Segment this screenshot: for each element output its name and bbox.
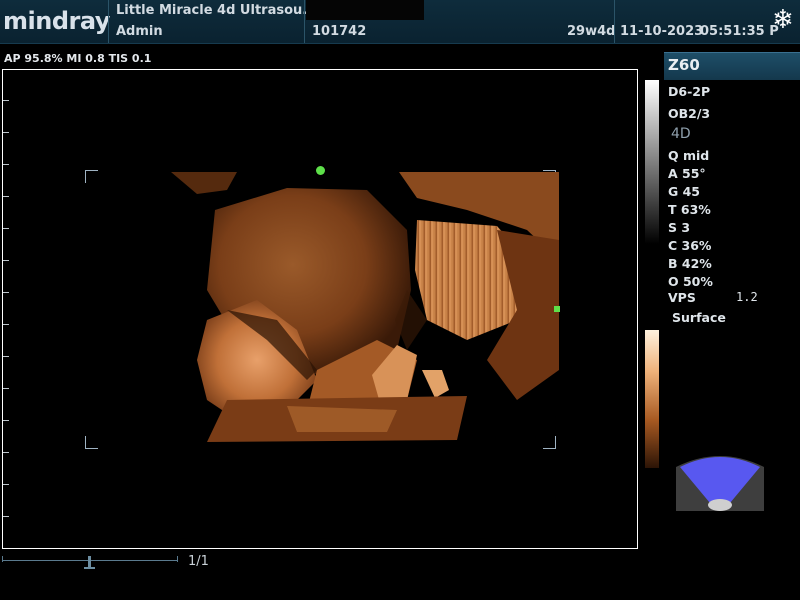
- threshold-param: T 63%: [668, 202, 711, 217]
- angle-param: A 55°: [668, 166, 706, 181]
- ultrasound-image-frame[interactable]: [2, 69, 638, 549]
- tint-map-bar: [645, 330, 659, 468]
- header-bar: mindray Little Miracle 4d Ultrasou... Ad…: [0, 0, 800, 44]
- curve-marker-handle[interactable]: [554, 306, 560, 312]
- redacted-patient-name: [306, 0, 424, 20]
- cine-track-end: [2, 556, 3, 562]
- patient-id[interactable]: 101742: [312, 24, 366, 39]
- preset-param: OB2/3: [668, 106, 711, 121]
- snowflake-icon[interactable]: ❄: [770, 6, 796, 34]
- vps-value: 1.2: [736, 290, 758, 304]
- header-divider: [614, 0, 615, 43]
- depth-ruler-tick: [3, 388, 9, 389]
- fetal-4d-render[interactable]: [167, 170, 559, 446]
- roi-corner-top-left: [85, 170, 98, 183]
- brightness-param: B 42%: [668, 256, 712, 271]
- cine-track-end: [177, 556, 178, 562]
- grayscale-map-bar: [645, 80, 659, 244]
- depth-ruler-tick: [3, 484, 9, 485]
- render-direction-marker[interactable]: [316, 166, 325, 175]
- depth-ruler-tick: [3, 356, 9, 357]
- cine-thumb-base: [84, 567, 95, 569]
- depth-ruler-tick: [3, 196, 9, 197]
- depth-ruler-tick: [3, 516, 9, 517]
- gestational-age: 29w4d: [567, 24, 616, 39]
- header-divider: [304, 0, 305, 43]
- exam-date: 11-10-2023: [620, 24, 704, 39]
- depth-ruler-tick: [3, 292, 9, 293]
- exam-time: 05:51:35 P: [700, 24, 779, 39]
- smooth-param: S 3: [668, 220, 691, 235]
- depth-ruler-tick: [3, 228, 9, 229]
- probe-position-icon: [676, 453, 764, 511]
- opacity-param: O 50%: [668, 274, 713, 289]
- frame-counter: 1/1: [188, 554, 209, 569]
- depth-ruler-tick: [3, 100, 9, 101]
- depth-ruler-tick: [3, 260, 9, 261]
- depth-ruler-tick: [3, 164, 9, 165]
- header-divider: [108, 0, 109, 43]
- acoustic-output-readout: AP 95.8% MI 0.8 TIS 0.1: [4, 52, 152, 65]
- gain-param: G 45: [668, 184, 701, 199]
- depth-ruler-tick: [3, 452, 9, 453]
- mindray-logo: mindray: [3, 7, 110, 35]
- institution-name[interactable]: Little Miracle 4d Ultrasou...: [116, 3, 317, 18]
- depth-ruler-tick: [3, 420, 9, 421]
- transducer-param: D6-2P: [668, 84, 711, 99]
- quality-param: Q mid: [668, 148, 710, 163]
- probe-model[interactable]: Z60: [668, 56, 700, 74]
- operator-name[interactable]: Admin: [116, 24, 163, 39]
- mode-4d-label: 4D: [671, 126, 691, 142]
- roi-corner-bottom-left: [85, 436, 98, 449]
- depth-ruler-tick: [3, 324, 9, 325]
- contrast-param: C 36%: [668, 238, 712, 253]
- depth-ruler-tick: [3, 132, 9, 133]
- vps-label: VPS: [668, 290, 696, 305]
- render-mode-label: Surface: [672, 310, 726, 325]
